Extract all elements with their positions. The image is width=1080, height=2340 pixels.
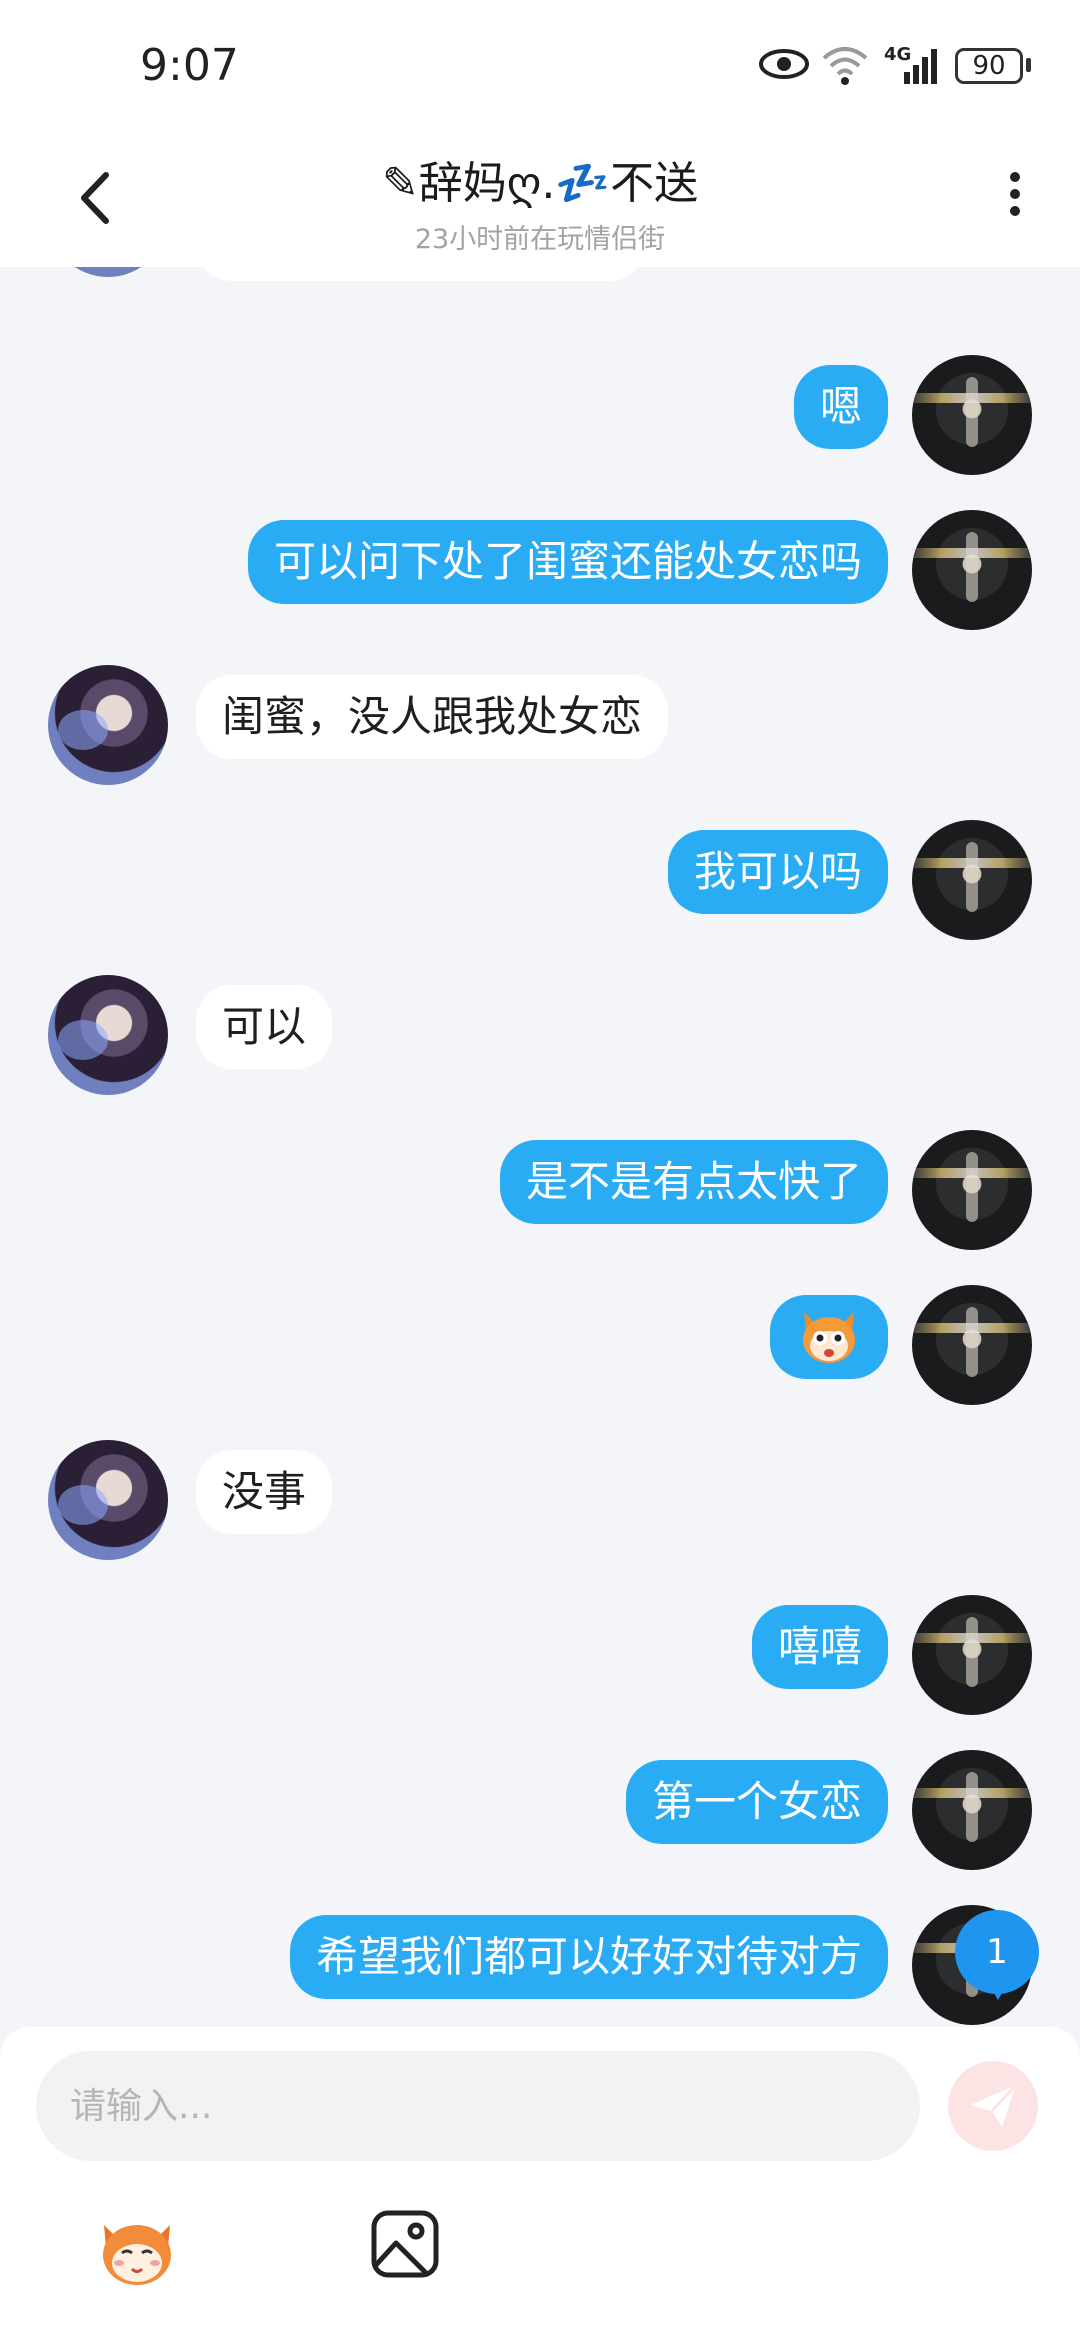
status-time: 9:07 [140,40,239,91]
battery-indicator: 90 [955,48,1023,84]
contact-name: ✎辞妈ღ.💤不送 [381,158,699,209]
contact-status: 23小时前在玩情侣街 [414,224,666,255]
title-block[interactable]: ✎辞妈ღ.💤不送 23小时前在玩情侣街 [0,147,1080,256]
composer [0,2027,1080,2340]
status-bar: 9:07 4G 90 [0,0,1080,135]
my-avatar[interactable] [912,1285,1032,1405]
message-input[interactable] [36,2051,920,2161]
signal-icon [904,49,937,84]
eye-icon [759,49,809,79]
message-bubble[interactable]: 可以问下处了闺蜜还能处女恋吗 [247,520,888,604]
unread-count-badge[interactable]: 1 [955,1910,1039,2000]
message-list[interactable]: 嗯 可以问下处了闺蜜还能处女恋吗 闺蜜，没人跟我处女恋 我可以吗 可以 是不是有… [0,267,1080,2027]
sticker-bubble[interactable] [770,1295,888,1379]
my-avatar[interactable] [912,355,1032,475]
my-avatar[interactable] [912,820,1032,940]
cartoon-face-sticker [803,1312,855,1363]
contact-avatar[interactable] [48,1440,168,1560]
my-avatar[interactable] [912,1750,1032,1870]
my-avatar[interactable] [912,1130,1032,1250]
message-bubble[interactable]: 我可以吗 [667,830,888,914]
message-bubble[interactable]: 可以 [196,985,333,1069]
message-bubble[interactable]: 是不是有点太快了 [499,1140,888,1224]
more-vertical-icon[interactable] [1000,165,1030,235]
contact-avatar[interactable] [48,267,168,277]
chat-header: ✎辞妈ღ.💤不送 23小时前在玩情侣街 [0,135,1080,267]
message-bubble[interactable] [196,267,646,281]
my-avatar[interactable] [912,1595,1032,1715]
wifi-icon [822,47,868,85]
message-bubble[interactable]: 没事 [196,1450,333,1534]
message-bubble[interactable]: 第一个女恋 [625,1760,888,1844]
message-bubble[interactable]: 希望我们都可以好好对待对方 [289,1915,888,1999]
message-bubble[interactable]: 嘻嘻 [751,1605,888,1689]
image-icon[interactable] [368,2207,442,2281]
send-icon [970,2083,1018,2127]
my-avatar[interactable] [912,510,1032,630]
contact-avatar[interactable] [48,665,168,785]
contact-avatar[interactable] [48,975,168,1095]
send-button[interactable] [948,2061,1038,2151]
message-bubble[interactable]: 闺蜜，没人跟我处女恋 [196,675,669,759]
sticker-icon[interactable] [92,2205,182,2295]
battery-tip [1026,58,1031,72]
message-bubble[interactable]: 嗯 [793,365,888,449]
